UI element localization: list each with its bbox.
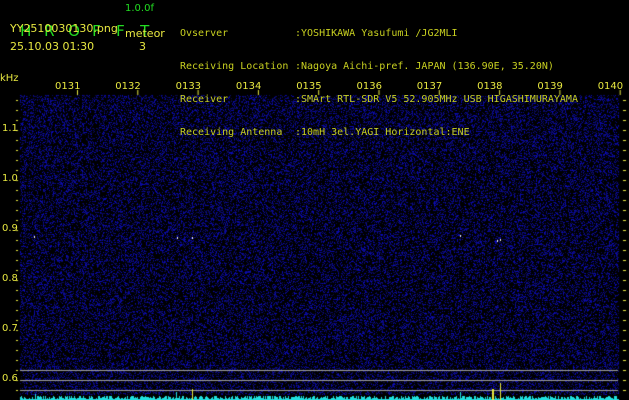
version: 1.0.0f: [125, 3, 154, 14]
info-value-antenna: :10mH 3el.YAGI Horizontal:ENE: [295, 127, 470, 138]
freq-label: 0.6: [2, 373, 18, 384]
freq-label: 1.0: [2, 173, 18, 184]
time-label: 0140: [597, 81, 624, 92]
time-label: 0137: [416, 81, 443, 92]
freq-label: 0.7: [2, 323, 18, 334]
info-label-antenna: Receiving Antenna: [180, 127, 283, 138]
meteor-count: 3: [139, 40, 146, 53]
time-label: 0132: [115, 81, 141, 92]
datetime: 25.10.03 01:30: [10, 40, 95, 53]
info-label-receiver: Receiver: [180, 94, 229, 105]
time-label: 0131: [55, 81, 81, 92]
time-label: 0133: [175, 81, 202, 92]
time-label: 0138: [477, 81, 503, 92]
info-value-observer: :YOSHIKAWA Yasufumi /JG2MLI: [295, 28, 458, 39]
info-label-observer: Ovserver: [180, 28, 229, 39]
info-label-location: Receiving Location: [180, 61, 289, 72]
info-value-receiver: :SMArt RTL-SDR V5 52.905MHz USB HIGASHIM…: [295, 94, 578, 105]
time-label: 0134: [235, 81, 262, 92]
freq-label: 0.9: [2, 223, 18, 234]
meteor-label: meteor: [125, 27, 165, 40]
time-label: 0136: [356, 81, 382, 92]
time-label: 0135: [296, 81, 322, 92]
y-unit: kHz: [0, 73, 19, 84]
time-label: 0139: [537, 81, 563, 92]
freq-label: 1.1: [2, 123, 18, 134]
filename: YY2510030130.png: [10, 22, 118, 35]
info-values: :YOSHIKAWA Yasufumi /JG2MLI :Nagoya Aich…: [295, 6, 578, 149]
info-value-location: :Nagoya Aichi-pref. JAPAN (136.90E, 35.2…: [295, 61, 554, 72]
info-labels: Ovserver Receiving Location Receiver Rec…: [180, 6, 288, 149]
freq-label: 0.8: [2, 273, 18, 284]
